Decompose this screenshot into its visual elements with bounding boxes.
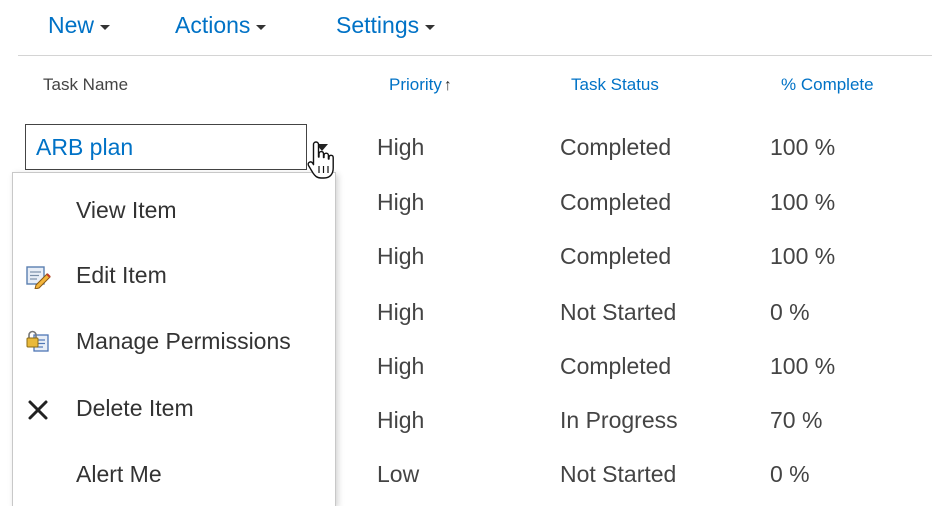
percent-cell: 100 % — [770, 243, 836, 269]
menu-item-manage-permissions[interactable]: Manage Permissions — [13, 316, 335, 368]
chevron-down-icon — [256, 25, 267, 30]
actions-label: Actions — [175, 12, 251, 38]
status-cell: Completed — [560, 189, 672, 215]
column-header-priority[interactable]: Priority ↑ — [389, 75, 452, 95]
priority-cell: High — [377, 299, 425, 325]
status-cell: Not Started — [560, 299, 677, 325]
status-cell: In Progress — [560, 407, 678, 433]
edit-icon — [25, 263, 51, 290]
settings-menu-button[interactable]: Settings — [336, 12, 436, 39]
chevron-down-icon — [100, 25, 111, 30]
percent-cell: 100 % — [770, 353, 836, 379]
hand-cursor-icon — [306, 140, 338, 186]
settings-label: Settings — [336, 12, 420, 38]
delete-icon — [25, 396, 51, 422]
percent-cell: 0 % — [770, 299, 810, 325]
list-toolbar: New Actions Settings — [0, 0, 932, 56]
menu-item-label: Edit Item — [76, 262, 167, 288]
status-cell: Not Started — [560, 461, 677, 487]
menu-item-view-item[interactable]: View Item — [13, 185, 335, 237]
priority-cell: High — [377, 243, 425, 269]
column-header-task-status[interactable]: Task Status — [571, 75, 659, 95]
new-label: New — [48, 12, 95, 38]
menu-item-label: View Item — [76, 197, 177, 223]
priority-cell: High — [377, 353, 425, 379]
permissions-icon — [25, 329, 51, 355]
column-header-percent-complete[interactable]: % Complete — [781, 75, 874, 95]
toolbar-divider — [18, 55, 932, 56]
priority-cell: High — [377, 407, 425, 433]
sort-ascending-icon: ↑ — [443, 77, 452, 94]
priority-cell: Low — [377, 461, 420, 487]
priority-cell: High — [377, 134, 425, 160]
menu-item-label: Alert Me — [76, 461, 162, 487]
priority-header-label: Priority — [389, 75, 442, 94]
new-menu-button[interactable]: New — [48, 12, 111, 39]
percent-cell: 100 % — [770, 189, 836, 215]
status-cell: Completed — [560, 243, 672, 269]
priority-cell: High — [377, 189, 425, 215]
menu-item-edit-item[interactable]: Edit Item — [13, 250, 335, 302]
actions-menu-button[interactable]: Actions — [175, 12, 267, 39]
item-context-menu: View Item Edit Item Manage Permissions D… — [12, 172, 336, 506]
percent-cell: 70 % — [770, 407, 823, 433]
menu-item-label: Manage Permissions — [76, 328, 291, 354]
menu-item-label: Delete Item — [76, 395, 194, 421]
menu-item-delete-item[interactable]: Delete Item — [13, 383, 335, 435]
status-cell: Completed — [560, 353, 672, 379]
column-header-task-name[interactable]: Task Name — [43, 75, 128, 95]
percent-cell: 0 % — [770, 461, 810, 487]
status-cell: Completed — [560, 134, 672, 160]
task-title-link[interactable]: ARB plan — [36, 134, 133, 161]
menu-item-alert-me[interactable]: Alert Me — [13, 449, 335, 501]
selected-task-name-cell: ARB plan — [25, 124, 307, 170]
percent-cell: 100 % — [770, 134, 836, 160]
chevron-down-icon — [425, 25, 436, 30]
